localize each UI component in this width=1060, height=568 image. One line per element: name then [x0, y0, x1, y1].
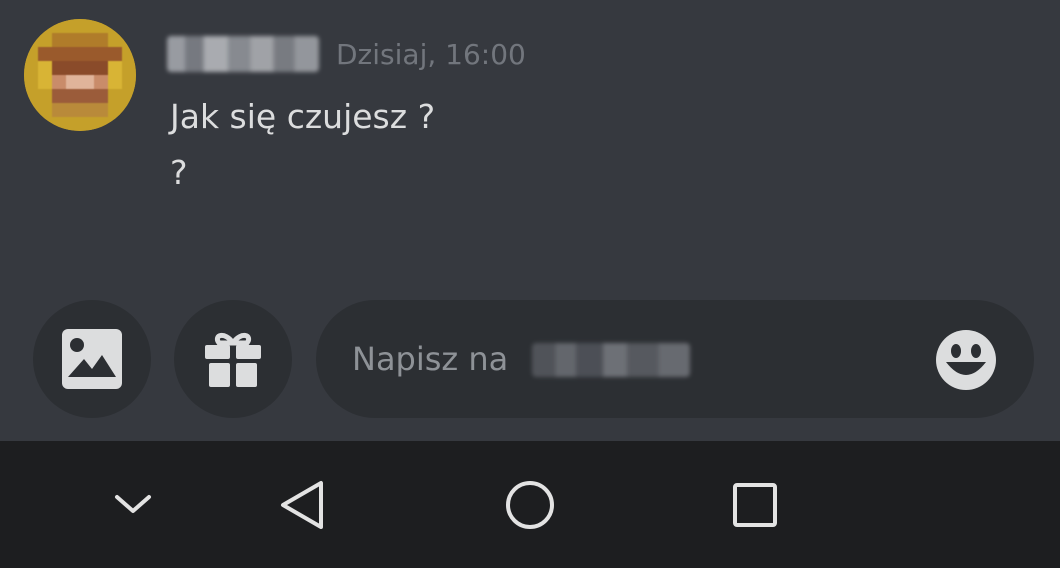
message-timestamp: Dzisiaj, 16:00	[336, 38, 526, 71]
chat-screen: Dzisiaj, 16:00 Jak się czujesz ? ? Napis…	[0, 0, 1060, 568]
gift-icon	[205, 333, 261, 387]
image-icon	[62, 329, 122, 389]
back-button[interactable]	[273, 475, 333, 535]
system-navigation-bar	[0, 441, 1060, 568]
home-circle-icon	[506, 481, 554, 529]
emoji-button[interactable]	[934, 328, 998, 392]
chat-message: Dzisiaj, 16:00 Jak się czujesz ? ?	[0, 0, 1060, 300]
message-text-line: Jak się czujesz ?	[170, 97, 436, 136]
gift-button[interactable]	[174, 300, 292, 418]
avatar-pixelated-image	[24, 19, 136, 131]
message-input[interactable]: Napisz na	[316, 300, 1034, 418]
recents-square-icon	[733, 483, 777, 527]
home-button[interactable]	[500, 475, 560, 535]
chevron-down-icon	[115, 495, 151, 513]
avatar[interactable]	[24, 19, 136, 131]
smiley-emoji-icon	[936, 330, 996, 390]
recents-button[interactable]	[725, 475, 785, 535]
back-triangle-icon	[281, 481, 323, 529]
attach-image-button[interactable]	[33, 300, 151, 418]
recipient-name-censored	[532, 343, 690, 377]
message-text-line: ?	[170, 153, 188, 192]
username-censored[interactable]	[167, 36, 319, 72]
message-input-placeholder: Napisz na	[352, 340, 509, 378]
hide-keyboard-button[interactable]	[103, 475, 163, 535]
